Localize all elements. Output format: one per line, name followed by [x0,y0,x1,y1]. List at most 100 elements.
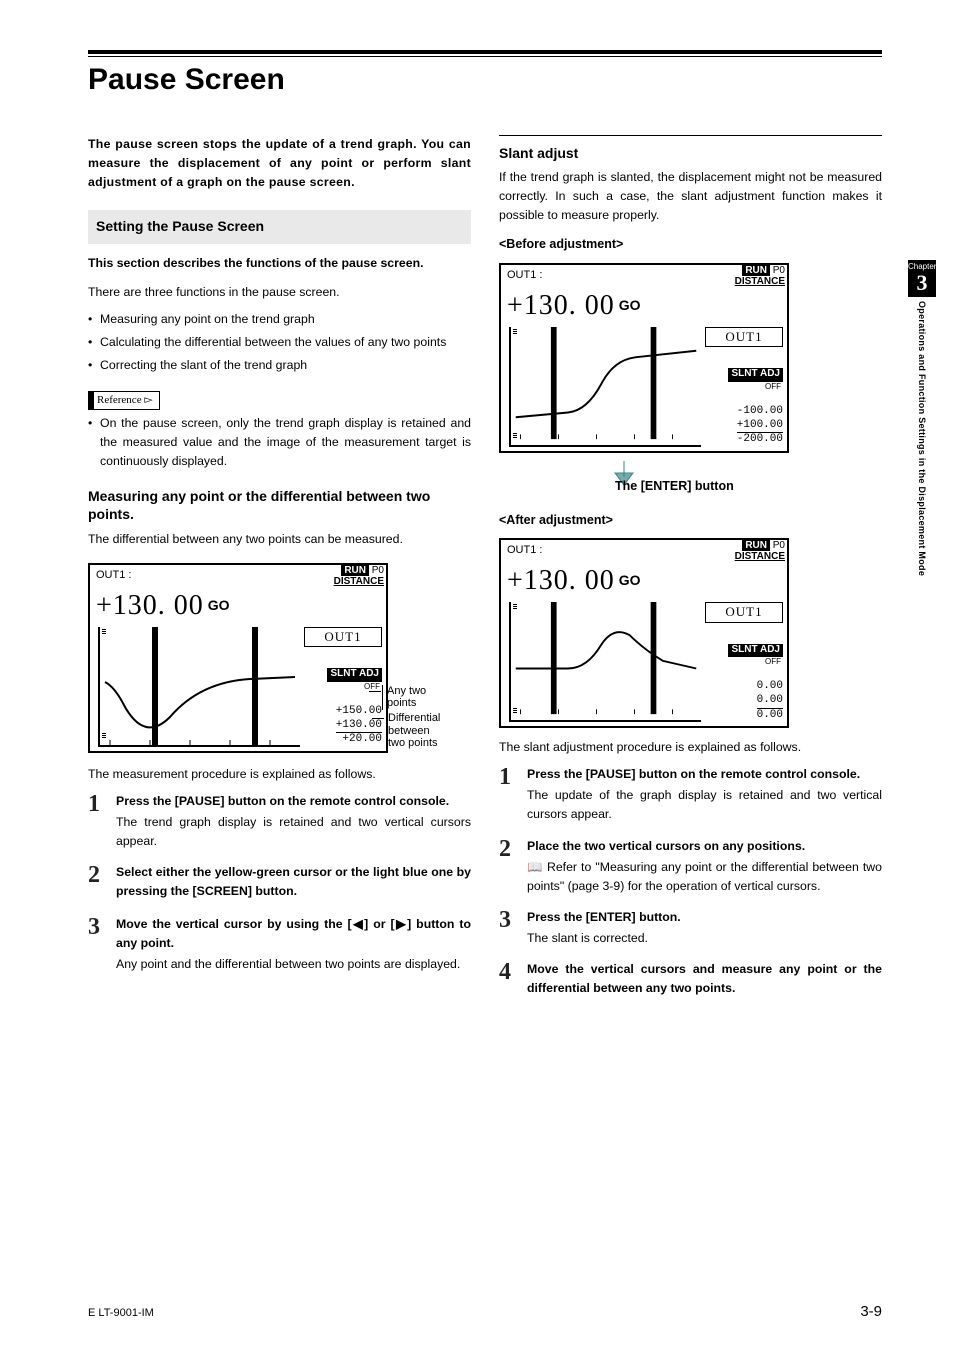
reference-text: On the pause screen, only the trend grap… [88,414,471,471]
step-desc: The slant is corrected. [527,929,882,948]
p0-label: P0 [773,540,785,551]
steps-left: 1 Press the [PAUSE] button on the remote … [88,792,471,974]
step: 1 Press the [PAUSE] button on the remote … [88,792,471,851]
right-column: Slant adjust If the trend graph is slant… [499,135,882,1012]
step-title: Place the two vertical cursors on any po… [527,837,882,856]
step-title: Press the [PAUSE] button on the remote c… [116,792,471,811]
section1-lead: This section describes the functions of … [88,254,471,273]
distance-label: DISTANCE [735,551,785,563]
bullet: Correcting the slant of the trend graph [88,356,471,375]
annot-diff-3: two points [388,737,438,749]
rule-thick [88,50,882,54]
lcd-go: GO [619,572,641,588]
reference-tag: Reference ▻ [88,391,160,410]
step-desc: The trend graph display is retained and … [116,813,471,851]
annot-diff-1: Differential [388,712,440,724]
step-desc: The update of the graph display is retai… [527,786,882,824]
run-tag: RUN [742,265,770,277]
step-desc: Any point and the differential between t… [116,955,471,974]
footer-doc-id: E LT-9001-IM [88,1307,154,1319]
lcd-val-1: -100.00 [737,405,783,419]
p0-label: P0 [372,565,384,576]
step: 4 Move the vertical cursors and measure a… [499,960,882,1000]
lcd-val-2: +100.00 [737,419,783,433]
step-number: 1 [499,765,517,824]
lcd-val-3: 0.00 [757,708,783,723]
slant-body: If the trend graph is slanted, the displ… [499,168,882,225]
lcd-out-label: OUT1 : [501,265,735,284]
chapter-vertical-text: Operations and Function Settings in the … [917,301,927,576]
step-number: 2 [88,863,106,903]
section2-head: Measuring any point or the differential … [88,487,471,523]
step-title: Move the vertical cursor by using the [◀… [116,915,471,953]
step: 2 Select either the yellow-green cursor o… [88,863,471,903]
reference-list: On the pause screen, only the trend grap… [88,414,471,471]
lcd-val-1: +150.00 [336,705,382,717]
lcd-val-3: +20.00 [342,733,382,745]
step-title: Move the vertical cursors and measure an… [527,960,882,998]
intro-text: The pause screen stops the update of a t… [88,135,471,192]
page-footer: E LT-9001-IM 3-9 [88,1303,882,1320]
lcd-after: OUT1 : +130. 00GO RUN P0DISTANCE [499,538,789,728]
before-label: <Before adjustment> [499,235,882,254]
slnt-adj-tag: SLNT ADJ [728,368,783,381]
step: 2 Place the two vertical cursors on any p… [499,837,882,896]
slnt-off: OFF [728,656,783,667]
step-number: 1 [88,792,106,851]
slant-head: Slant adjust [499,144,882,162]
annot-points: points [387,697,416,709]
distance-label: DISTANCE [334,576,384,588]
step-number: 4 [499,960,517,1000]
slnt-adj-tag: SLNT ADJ [728,644,783,657]
step-desc: 📖 Refer to "Measuring any point or the d… [527,858,882,896]
bullet: Calculating the differential between the… [88,333,471,352]
chapter-number: 3 [908,272,936,297]
lcd-out-label: OUT1 : [501,540,735,559]
lcd-val-2: 0.00 [757,694,783,708]
section1-body: There are three functions in the pause s… [88,283,471,302]
lcd-val-1: 0.00 [757,680,783,694]
lcd-go: GO [619,297,641,313]
lcd-value: +130. 00 [507,565,615,596]
graph-area [98,627,300,747]
run-tag: RUN [742,540,770,552]
step-number: 3 [88,915,106,974]
left-column: The pause screen stops the update of a t… [88,135,471,1012]
arrow-down-icon: The [ENTER] button [609,459,882,508]
graph-out-label: OUT1 [304,627,382,647]
lcd-screenshot-left: OUT1 : +130. 00GO RUN P0 DISTANCE [88,563,388,753]
enter-button-label: The [ENTER] button [615,477,734,496]
footer-page-number: 3-9 [860,1303,882,1320]
step-title: Press the [ENTER] button. [527,908,882,927]
lcd-out-label: OUT1 : [90,565,334,584]
annot-any-two: Any two [387,685,426,697]
section-setting-head: Setting the Pause Screen [88,210,471,244]
annot-diff-2: between [388,725,430,737]
distance-label: DISTANCE [735,276,785,288]
lcd-annotations: Any two points Differential between two … [388,557,460,759]
rule-thin [88,56,882,57]
step: 3 Press the [ENTER] button. The slant is c… [499,908,882,948]
step-number: 3 [499,908,517,948]
section2-body: The differential between any two points … [88,530,471,549]
p0-label: P0 [773,265,785,276]
lcd-value: +130. 00 [96,590,204,621]
step: 1 Press the [PAUSE] button on the remote … [499,765,882,824]
graph-out-label: OUT1 [705,327,783,347]
lcd-val-3: -200.00 [737,432,783,447]
lcd-value: +130. 00 [507,290,615,321]
section1-bullets: Measuring any point on the trend graph C… [88,310,471,375]
steps-right: 1 Press the [PAUSE] button on the remote … [499,765,882,999]
lcd-before: OUT1 : +130. 00GO RUN P0DISTANCE [499,263,789,453]
chapter-tab: Chapter 3 Operations and Function Settin… [908,260,936,576]
step-number: 2 [499,837,517,896]
slant-rule [499,135,882,136]
after-label: <After adjustment> [499,511,882,530]
graph-out-label: OUT1 [705,602,783,622]
step-title: Select either the yellow-green cursor or… [116,863,471,901]
lcd-val-2: +130.00 [336,719,382,731]
slant-caption: The slant adjustment procedure is explai… [499,738,882,757]
graph-area [509,327,701,447]
step-title: Press the [PAUSE] button on the remote c… [527,765,882,784]
slnt-off: OFF [728,381,783,392]
